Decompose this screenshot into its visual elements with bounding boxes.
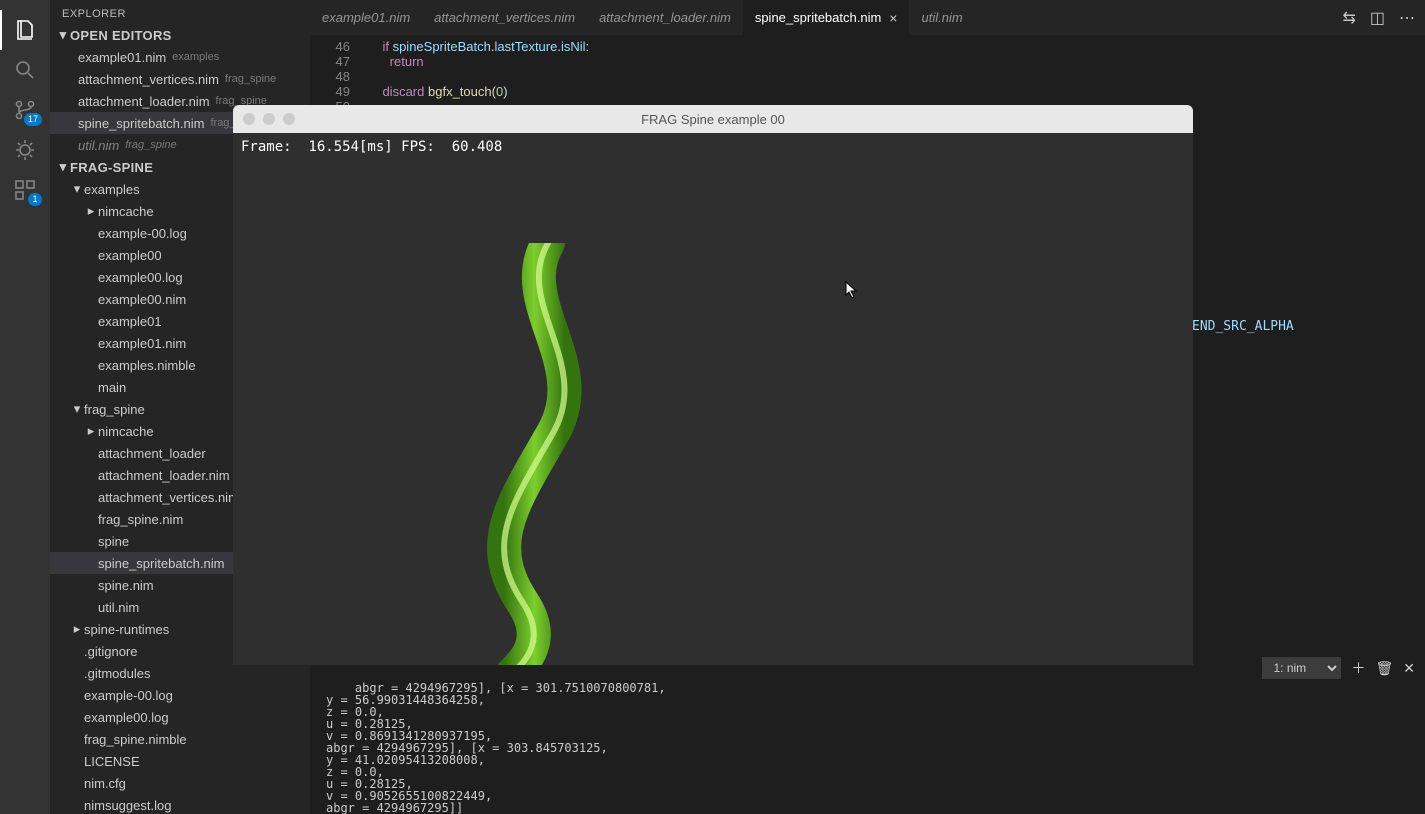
overlay-title: FRAG Spine example 00 — [233, 112, 1193, 127]
tree-item[interactable]: frag_spine.nimble — [50, 728, 310, 750]
tab-close-icon[interactable]: × — [889, 11, 897, 25]
tree-item[interactable]: example-00.log — [50, 684, 310, 706]
tree-item[interactable]: nim.cfg — [50, 772, 310, 794]
tab-label: attachment_loader.nim — [599, 10, 731, 25]
tree-twisty[interactable]: ▾ — [70, 401, 84, 417]
terminal-panel[interactable]: 1: nim ＋ 🗑 ✕ abgr = 4294967295], [x = 30… — [310, 654, 1425, 814]
terminal-trash-icon[interactable]: 🗑 — [1375, 662, 1393, 674]
tree-label: spine-runtimes — [84, 622, 169, 637]
activity-extensions[interactable]: 1 — [0, 170, 50, 210]
overlay-window[interactable]: FRAG Spine example 00 Frame: 16.554[ms] … — [233, 105, 1193, 665]
overlay-canvas: Frame: 16.554[ms] FPS: 60.408 — [233, 133, 1193, 665]
editor-tab[interactable]: example01.nim — [310, 0, 422, 35]
activity-debug[interactable] — [0, 130, 50, 170]
tree-label: example00.nim — [98, 292, 186, 307]
open-editor-filename: attachment_vertices.nim — [78, 72, 219, 87]
open-editor-filename: attachment_loader.nim — [78, 94, 210, 109]
tree-label: frag_spine — [84, 402, 145, 417]
tree-label: spine_spritebatch.nim — [98, 556, 224, 571]
editor-tab[interactable]: spine_spritebatch.nim × — [743, 0, 910, 35]
tree-label: example-00.log — [98, 226, 187, 241]
open-editor-path: examples — [172, 51, 219, 63]
tab-bar: example01.nim attachment_vertices.nim atta… — [310, 0, 1425, 35]
tree-label: util.nim — [98, 600, 139, 615]
files-icon — [13, 18, 37, 42]
tab-label: spine_spritebatch.nim — [755, 10, 881, 25]
tab-label: example01.nim — [322, 10, 410, 25]
ext-badge: 1 — [28, 193, 42, 206]
tree-label: example00 — [98, 248, 162, 263]
tree-twisty[interactable]: ▾ — [70, 181, 84, 197]
tree-label: nimcache — [98, 204, 154, 219]
open-editor-filename: util.nim — [78, 138, 119, 153]
tree-label: frag_spine.nimble — [84, 732, 187, 747]
scm-badge: 17 — [24, 113, 42, 126]
split-icon[interactable]: ◫ — [1370, 8, 1385, 28]
overlay-stats: Frame: 16.554[ms] FPS: 60.408 — [241, 139, 502, 155]
bug-icon — [13, 138, 37, 162]
tree-label: .gitignore — [84, 644, 137, 659]
tree-item[interactable]: .gitmodules — [50, 662, 310, 684]
open-editor-filename: example01.nim — [78, 50, 166, 65]
tree-label: examples — [84, 182, 140, 197]
editor-tab[interactable]: attachment_loader.nim — [587, 0, 743, 35]
tree-label: example00.log — [84, 710, 169, 725]
activity-explorer[interactable] — [0, 10, 50, 50]
tree-label: attachment_vertices.nim — [98, 490, 239, 505]
tree-label: examples.nimble — [98, 358, 196, 373]
tree-label: LICENSE — [84, 754, 140, 769]
tree-twisty[interactable]: ▸ — [84, 203, 98, 219]
open-editor-filename: spine_spritebatch.nim — [78, 116, 204, 131]
section-open-editors[interactable]: ▾OPEN EDITORS — [50, 24, 310, 46]
tree-label: spine.nim — [98, 578, 154, 593]
mouse-cursor — [845, 281, 859, 299]
terminal-add-icon[interactable]: ＋ — [1351, 662, 1365, 674]
editor-tab[interactable]: attachment_vertices.nim — [422, 0, 587, 35]
activity-scm[interactable]: 17 — [0, 90, 50, 130]
tree-label: nimcache — [98, 424, 154, 439]
activity-search[interactable] — [0, 50, 50, 90]
tree-label: main — [98, 380, 126, 395]
tree-twisty[interactable]: ▸ — [84, 423, 98, 439]
terminal-selector[interactable]: 1: nim — [1262, 657, 1341, 679]
spine-vine — [453, 243, 613, 665]
tree-label: spine — [98, 534, 129, 549]
activity-bar: 17 1 — [0, 0, 50, 814]
section-open-editors-label: OPEN EDITORS — [70, 28, 172, 43]
tree-label: attachment_loader — [98, 446, 206, 461]
tree-label: example-00.log — [84, 688, 173, 703]
open-editor-item[interactable]: example01.nim examples — [50, 46, 310, 68]
code-fragment-right: END_SRC_ALPHA — [1192, 319, 1294, 334]
sidebar-title: EXPLORER — [50, 0, 310, 24]
search-icon — [13, 58, 37, 82]
compare-icon[interactable]: ⇆ — [1342, 8, 1355, 28]
tree-item[interactable]: LICENSE — [50, 750, 310, 772]
tree-label: example00.log — [98, 270, 183, 285]
open-editor-path: frag_spine — [225, 73, 276, 85]
tree-item[interactable]: nimsuggest.log — [50, 794, 310, 814]
tree-label: nimsuggest.log — [84, 798, 171, 813]
editor-tab[interactable]: util.nim — [909, 0, 974, 35]
overlay-titlebar[interactable]: FRAG Spine example 00 — [233, 105, 1193, 133]
tree-label: nim.cfg — [84, 776, 126, 791]
tree-label: example01.nim — [98, 336, 186, 351]
more-icon[interactable]: ⋯ — [1399, 8, 1415, 28]
open-editor-path: frag_spine — [125, 139, 176, 151]
terminal-controls: 1: nim ＋ 🗑 ✕ — [1252, 654, 1425, 682]
tree-label: .gitmodules — [84, 666, 150, 681]
open-editor-item[interactable]: attachment_vertices.nim frag_spine — [50, 68, 310, 90]
tab-label: attachment_vertices.nim — [434, 10, 575, 25]
section-project-label: FRAG-SPINE — [70, 160, 153, 175]
tab-label: util.nim — [921, 10, 962, 25]
tree-label: frag_spine.nim — [98, 512, 183, 527]
tree-twisty[interactable]: ▸ — [70, 621, 84, 637]
terminal-close-icon[interactable]: ✕ — [1403, 662, 1415, 674]
tree-item[interactable]: example00.log — [50, 706, 310, 728]
tree-label: attachment_loader.nim — [98, 468, 230, 483]
tree-label: example01 — [98, 314, 162, 329]
tabbar-actions: ⇆ ◫ ⋯ — [1342, 8, 1425, 28]
